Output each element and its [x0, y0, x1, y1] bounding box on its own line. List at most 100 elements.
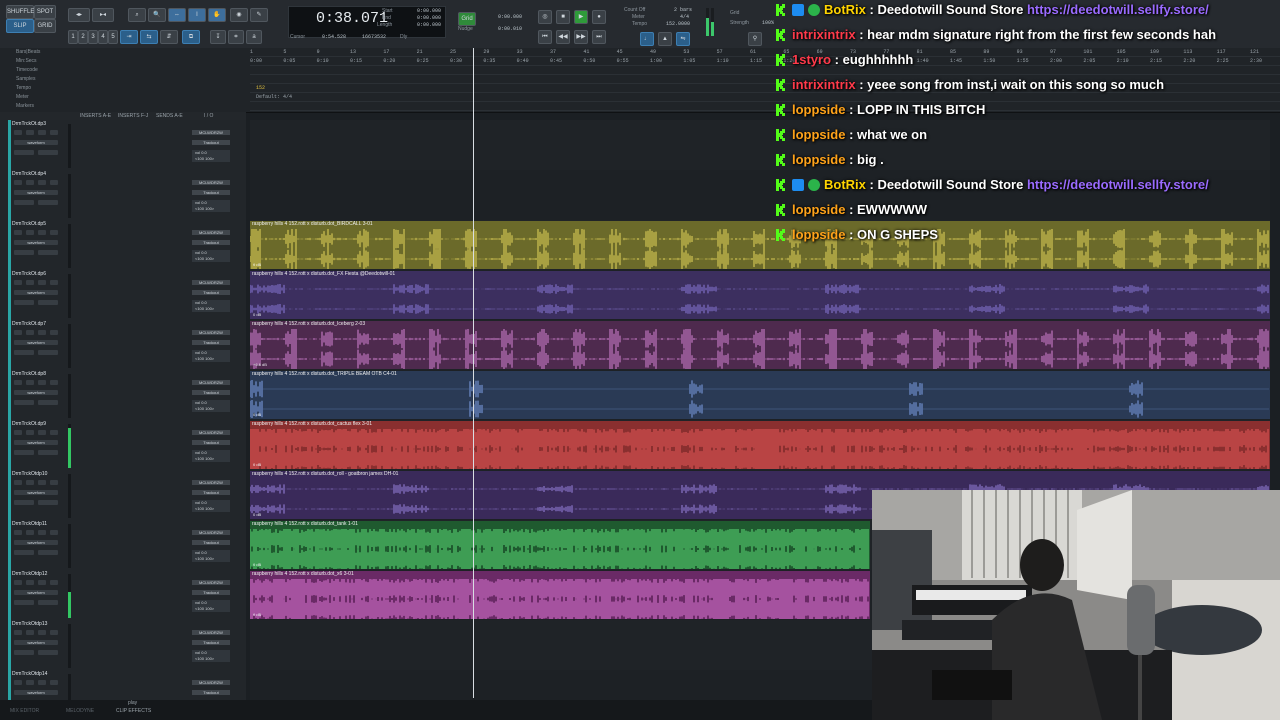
solo-button[interactable]	[38, 330, 46, 335]
track-header[interactable]: DrmTrckOtdp10 waveform MCLWDRZW Trackout vol…	[0, 470, 246, 521]
clip-title[interactable]: raspberry hills 4 152.rott x disturb.dot…	[252, 471, 398, 477]
pan-value[interactable]: <100 100>	[195, 606, 214, 611]
track-output-selector[interactable]: Trackout	[192, 190, 230, 195]
track-input-selector[interactable]: MCLWDRZW	[192, 380, 230, 385]
record-arm-button[interactable]	[14, 430, 22, 435]
track-input-selector[interactable]: MCLWDRZW	[192, 180, 230, 185]
forward-icon[interactable]: ▶▶	[574, 30, 588, 44]
meter-value[interactable]: 4/4	[680, 14, 689, 20]
audio-clip[interactable]: raspberry hills 4 152.rott x disturb.dot…	[250, 571, 870, 619]
track-input-selector[interactable]: MCLWDRZW	[192, 530, 230, 535]
track-view-selector[interactable]: waveform	[14, 140, 58, 145]
read-automation-button[interactable]	[38, 300, 58, 305]
mute-button[interactable]	[50, 580, 58, 585]
track-volume-pan[interactable]: vol 0.0<100 100>	[192, 150, 230, 162]
volume-value[interactable]: vol 0.0	[195, 600, 207, 605]
track-input-selector[interactable]: MCLWDRZW	[192, 280, 230, 285]
solo-button[interactable]	[38, 380, 46, 385]
track-name[interactable]: DrmTrckOtdp10	[12, 471, 47, 477]
mute-button[interactable]	[50, 630, 58, 635]
record-arm-button[interactable]	[14, 180, 22, 185]
meter-marker[interactable]: Default: 4/4	[256, 94, 292, 100]
input-monitor-button[interactable]	[26, 330, 34, 335]
keyboard-focus-icon[interactable]: a	[246, 30, 262, 44]
read-automation-button[interactable]	[38, 250, 58, 255]
pan-value[interactable]: <100 100>	[195, 156, 214, 161]
audio-clip[interactable]: raspberry hills 4 152.rott x disturb.dot…	[250, 421, 1270, 469]
clip-gain[interactable]: +6.8 dB	[253, 362, 267, 367]
track-name[interactable]: DrmTrckOt.dp4	[12, 171, 46, 177]
track-output-selector[interactable]: Trackout	[192, 590, 230, 595]
volume-value[interactable]: vol 0.0	[195, 400, 207, 405]
track-name[interactable]: DrmTrckOtdp13	[12, 621, 47, 627]
back-icon[interactable]: ◀◀	[556, 30, 570, 44]
chat-username[interactable]: BotRix	[824, 2, 866, 17]
zoom-tool-icon[interactable]: ⌕	[128, 8, 146, 22]
read-automation-button[interactable]	[38, 350, 58, 355]
track-view-selector[interactable]: waveform	[14, 640, 58, 645]
track-input-selector[interactable]: MCLWDRZW	[192, 430, 230, 435]
input-monitor-button[interactable]	[26, 530, 34, 535]
audio-clip[interactable]: raspberry hills 4 152.rott x disturb.dot…	[250, 371, 1270, 419]
solo-button[interactable]	[38, 680, 46, 685]
track-volume-pan[interactable]: vol 0.0<100 100>	[192, 550, 230, 562]
tab-melodyne[interactable]: MELODYNE	[66, 708, 94, 714]
input-monitor-button[interactable]	[26, 230, 34, 235]
online-icon[interactable]: ◎	[538, 10, 552, 24]
input-monitor-button[interactable]	[26, 180, 34, 185]
playlist-button[interactable]	[14, 450, 34, 455]
track-header[interactable]: DrmTrckOt.dp3 waveform MCLWDRZW Trackout vol…	[0, 120, 246, 171]
volume-value[interactable]: vol 0.0	[195, 550, 207, 555]
input-monitor-button[interactable]	[26, 130, 34, 135]
chat-username[interactable]: 1styro	[792, 52, 831, 67]
track-name[interactable]: DrmTrckOtdp14	[12, 671, 47, 677]
track-volume-pan[interactable]: vol 0.0<100 100>	[192, 200, 230, 212]
mute-button[interactable]	[50, 280, 58, 285]
track-output-selector[interactable]: Trackout	[192, 540, 230, 545]
mute-button[interactable]	[50, 680, 58, 685]
record-arm-button[interactable]	[14, 680, 22, 685]
track-name[interactable]: DrmTrckOt.dp8	[12, 371, 46, 377]
playhead-cursor[interactable]	[473, 48, 474, 698]
stop-icon[interactable]: ■	[556, 10, 570, 24]
search-icon[interactable]: ⚲	[748, 32, 762, 46]
tab-to-transient-icon[interactable]: ⇥	[120, 30, 138, 44]
track-volume-pan[interactable]: vol 0.0<100 100>	[192, 500, 230, 512]
audio-clip[interactable]: raspberry hills 4 152.rott x disturb.dot…	[250, 271, 1270, 319]
scrubber-tool-icon[interactable]: ◉	[230, 8, 248, 22]
chat-username[interactable]: loppside	[792, 102, 845, 117]
clip-gain[interactable]: 0 dB	[253, 562, 261, 567]
link-selection-icon[interactable]: ⇆	[140, 30, 158, 44]
record-arm-button[interactable]	[14, 130, 22, 135]
pan-value[interactable]: <100 100>	[195, 556, 214, 561]
pan-value[interactable]: <100 100>	[195, 306, 214, 311]
input-monitor-button[interactable]	[26, 680, 34, 685]
volume-value[interactable]: vol 0.0	[195, 450, 207, 455]
track-view-selector[interactable]: waveform	[14, 590, 58, 595]
track-output-selector[interactable]: Trackout	[192, 390, 230, 395]
track-view-selector[interactable]: waveform	[14, 440, 58, 445]
selector-tool-icon[interactable]: I	[188, 8, 206, 22]
mute-button[interactable]	[50, 480, 58, 485]
track-name[interactable]: DrmTrckOt.dp5	[12, 221, 46, 227]
playlist-button[interactable]	[14, 300, 34, 305]
zoom-preset-5[interactable]: 5	[108, 30, 118, 44]
tempo-marker[interactable]: 152	[256, 85, 265, 91]
read-automation-button[interactable]	[38, 400, 58, 405]
read-automation-button[interactable]	[38, 200, 58, 205]
track-volume-pan[interactable]: vol 0.0<100 100>	[192, 300, 230, 312]
playlist-button[interactable]	[14, 500, 34, 505]
end-value[interactable]: 0:00.000	[417, 15, 441, 21]
solo-button[interactable]	[38, 180, 46, 185]
playlist-button[interactable]	[14, 400, 34, 405]
shuffle-mode-button[interactable]: SHUFFLE	[6, 5, 34, 19]
track-input-selector[interactable]: MCLWDRZW	[192, 330, 230, 335]
track-output-selector[interactable]: Trackout	[192, 690, 230, 695]
start-value[interactable]: 0:00.000	[417, 8, 441, 14]
clip-gain[interactable]: 0 dB	[253, 412, 261, 417]
solo-button[interactable]	[38, 280, 46, 285]
tempo-value[interactable]: 152.0000	[666, 21, 690, 27]
track-header[interactable]: DrmTrckOt.dp8 waveform MCLWDRZW Trackout vol…	[0, 370, 246, 421]
track-header[interactable]: DrmTrckOtdp12 waveform MCLWDRZW Trackout vol…	[0, 570, 246, 621]
solo-button[interactable]	[38, 580, 46, 585]
